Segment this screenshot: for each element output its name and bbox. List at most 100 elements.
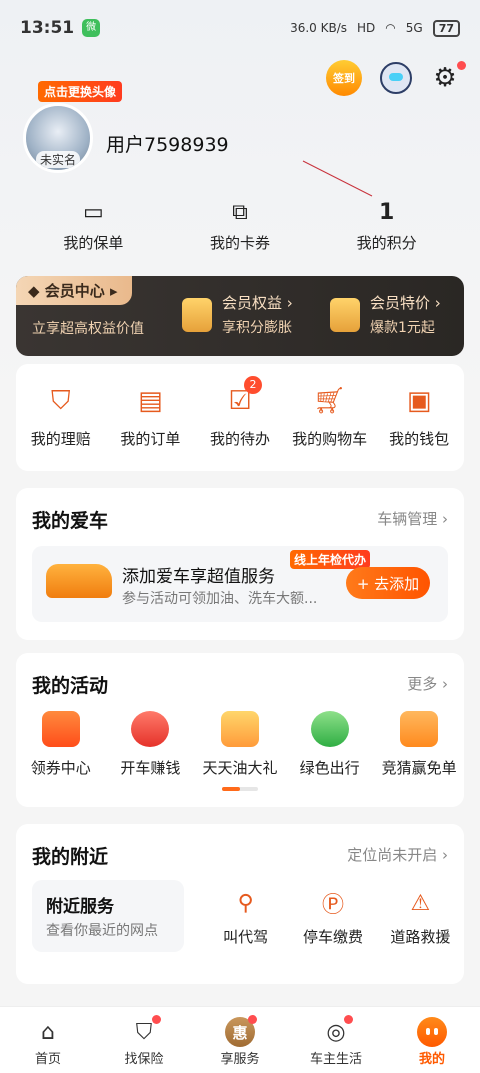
- my-coupons-link[interactable]: ⧉ 我的卡券: [167, 196, 314, 253]
- wechat-icon: 微: [82, 19, 101, 37]
- carbon-points-icon: [310, 711, 349, 747]
- service-label: 我的钱包: [389, 430, 450, 448]
- add-car-promo[interactable]: 添加爱车享超值服务 参与活动可领加油、洗车大额... 线上年检代办 + 去添加: [32, 546, 448, 622]
- network-speed: 36.0 KB/s: [290, 21, 347, 35]
- activity-drive-earn[interactable]: 开车赚钱: [106, 711, 196, 778]
- benefits-sub: 享积分膨胀: [222, 320, 292, 336]
- activity-green-travel[interactable]: 绿色出行: [285, 711, 375, 778]
- service-label: 我的待办: [209, 430, 270, 448]
- settings-button[interactable]: ⚙: [430, 61, 466, 93]
- benefits-title: 会员权益 ›: [222, 294, 293, 312]
- vehicle-manage-link[interactable]: 车辆管理 ›: [377, 508, 448, 529]
- hd-badge: HD: [357, 21, 376, 35]
- notification-dot: [457, 61, 466, 70]
- location-status-link[interactable]: 定位尚未开启 ›: [347, 844, 448, 865]
- member-badge-icon: ◆: [28, 282, 45, 300]
- tab-label: 首页: [34, 1052, 61, 1067]
- activities-title: 我的活动: [32, 675, 109, 697]
- specials-sub: 爆款1元起: [370, 320, 435, 336]
- coupon-center-icon: [41, 711, 80, 747]
- activity-label: 竞猜赢免单: [381, 759, 457, 777]
- compass-icon: ◎: [326, 1019, 346, 1045]
- nearby-label: 道路救援: [390, 928, 451, 946]
- activities-card: 我的活动 更多 › 领券中心 开车赚钱 天天油大礼 绿色出行 竞猜赢免单: [16, 653, 464, 807]
- nearby-card: 我的附近 定位尚未开启 › 附近服务 查看你最近的网点 ⚲ 叫代驾 Ⓟ 停车缴费…: [16, 824, 464, 984]
- gift-box-icon: [220, 711, 259, 747]
- promo-title: 添加爱车享超值服务: [122, 567, 275, 587]
- member-center-tag[interactable]: ◆ 会员中心 ▸: [16, 276, 132, 305]
- nearby-box-title: 附近服务: [46, 897, 114, 917]
- shield-check-icon: ⛉: [135, 1019, 153, 1045]
- nearby-services-box[interactable]: 附近服务 查看你最近的网点: [32, 880, 184, 952]
- status-right: 36.0 KB/s HD ◠ 5G 77: [290, 19, 460, 37]
- order-icon: ▤: [138, 386, 163, 416]
- nearby-label: 停车缴费: [302, 928, 363, 946]
- member-benefits[interactable]: 会员权益 › 享积分膨胀: [182, 292, 293, 337]
- promo-tag: 线上年检代办: [290, 550, 371, 569]
- my-points-link[interactable]: 1 我的积分: [313, 196, 460, 253]
- tab-label: 车主生活: [309, 1052, 362, 1067]
- service-label: 我的订单: [120, 430, 181, 448]
- activities-more-link[interactable]: 更多 ›: [407, 673, 448, 694]
- gear-icon: ⚙: [433, 63, 457, 93]
- avatar[interactable]: 未实名: [23, 103, 93, 173]
- change-avatar-tag[interactable]: 点击更换头像: [38, 81, 123, 102]
- my-policy-label: 我的保单: [63, 234, 124, 252]
- nearby-box-sub: 查看你最近的网点: [46, 923, 158, 939]
- username: 用户7598939: [106, 134, 229, 156]
- nearby-title: 我的附近: [32, 846, 109, 868]
- tab-insurance[interactable]: ⛉ 找保险: [96, 1007, 192, 1073]
- status-time: 13:51: [20, 18, 75, 38]
- activity-coupon-center[interactable]: 领券中心: [16, 711, 106, 778]
- service-todo[interactable]: ☑ 2 我的待办: [195, 376, 285, 471]
- tab-home[interactable]: ⌂ 首页: [0, 1007, 96, 1073]
- driver-icon: ⚲: [237, 890, 254, 916]
- tab-dot: [344, 1015, 353, 1024]
- tab-dot: [248, 1015, 257, 1024]
- tab-label: 享服务: [220, 1052, 260, 1067]
- gift-icon: [182, 297, 212, 332]
- service-claims[interactable]: ⛉ 我的理赔: [16, 384, 106, 471]
- verify-status[interactable]: 未实名: [36, 151, 80, 168]
- signal-label: 5G: [405, 21, 423, 35]
- nearby-designated-driver[interactable]: ⚲ 叫代驾: [202, 888, 289, 947]
- service-cart[interactable]: 🛒︎ 我的购物车: [285, 384, 375, 471]
- tab-services[interactable]: 惠 享服务: [192, 1007, 288, 1073]
- tab-mine[interactable]: 我的: [384, 1007, 480, 1073]
- wifi-icon: ◠: [385, 21, 396, 35]
- tab-bar: ⌂ 首页 ⛉ 找保险 惠 享服务 ◎ 车主生活 我的: [0, 1006, 480, 1073]
- battery-icon: 77: [432, 19, 460, 37]
- points-value: 1: [379, 199, 395, 225]
- add-car-button[interactable]: + 去添加: [346, 567, 430, 599]
- sign-in-button[interactable]: 签到: [326, 60, 362, 96]
- member-card[interactable]: ◆ 会员中心 ▸ 立享超高权益价值 会员权益 › 享积分膨胀 会员特价 › 爆款…: [16, 276, 464, 356]
- tab-label: 我的: [418, 1052, 445, 1067]
- todo-icon: ☑: [228, 386, 252, 416]
- nearby-road-rescue[interactable]: ⚠ 道路救援: [377, 888, 464, 947]
- activity-label: 领券中心: [30, 759, 91, 777]
- top-actions: 签到 ⚙: [326, 60, 466, 96]
- quick-links: ▭ 我的保单 ⧉ 我的卡券 1 我的积分: [20, 196, 460, 253]
- promo-sub: 参与活动可领加油、洗车大额...: [122, 591, 318, 607]
- specials-title: 会员特价 ›: [370, 294, 441, 312]
- services-card: ⛉ 我的理赔 ▤ 我的订单 ☑ 2 我的待办 🛒︎ 我的购物车 ▣ 我的钱包: [16, 364, 464, 471]
- my-policy-link[interactable]: ▭ 我的保单: [20, 196, 167, 253]
- todo-badge: 2: [243, 376, 262, 394]
- service-wallet[interactable]: ▣ 我的钱包: [374, 384, 464, 471]
- service-orders[interactable]: ▤ 我的订单: [106, 384, 196, 471]
- activity-label: 天天油大礼: [202, 759, 278, 777]
- money-bag-icon: [131, 711, 170, 747]
- member-specials[interactable]: 会员特价 › 爆款1元起: [330, 292, 441, 337]
- tab-car-life[interactable]: ◎ 车主生活: [288, 1007, 384, 1073]
- member-center-sub: 立享超高权益价值: [32, 321, 144, 337]
- activity-guess-win[interactable]: 竞猜赢免单: [374, 711, 464, 778]
- home-icon: ⌂: [41, 1019, 55, 1045]
- robot-assistant-icon[interactable]: [380, 62, 412, 94]
- sign-in-label: 签到: [333, 72, 355, 85]
- nearby-parking[interactable]: Ⓟ 停车缴费: [289, 888, 376, 947]
- ticket-icon: [400, 711, 439, 747]
- activity-daily-oil[interactable]: 天天油大礼: [195, 711, 285, 778]
- coupon-icon: ⧉: [232, 199, 248, 225]
- my-car-title: 我的爱车: [32, 510, 109, 532]
- cart-icon: 🛒︎: [313, 386, 347, 416]
